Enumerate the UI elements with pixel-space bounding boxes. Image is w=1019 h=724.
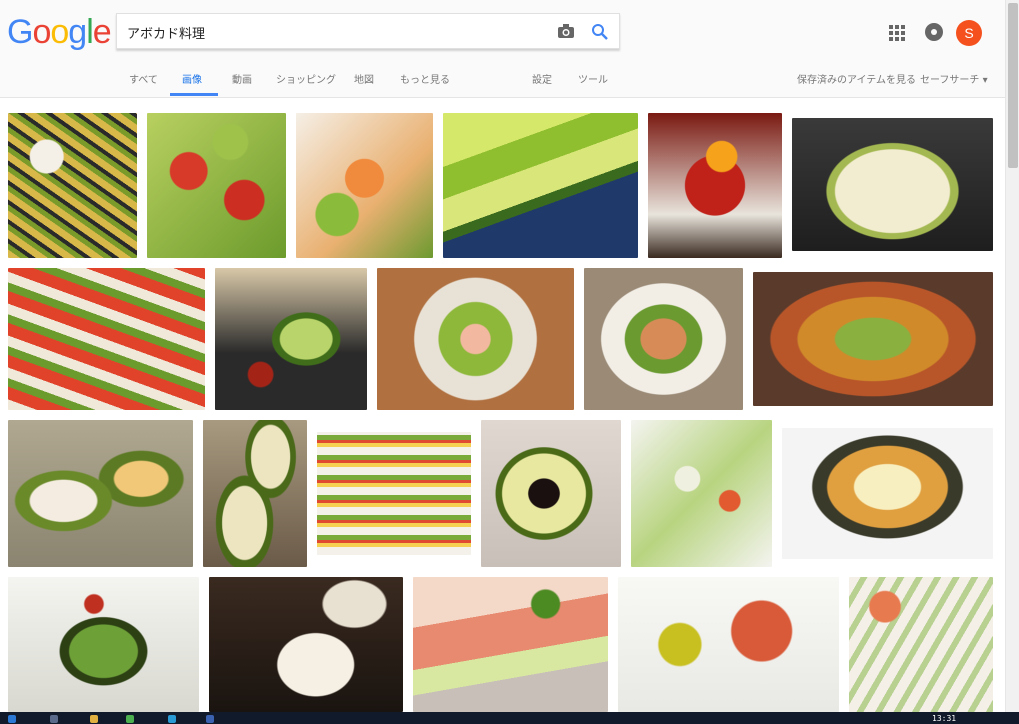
image-result[interactable] [443, 113, 638, 258]
start-icon[interactable] [8, 715, 16, 723]
top-bar: Google アボカド料理 S すべて 画像 動画 ショッピング 地図 もっと見… [0, 0, 1005, 98]
image-result[interactable] [481, 420, 621, 567]
image-result[interactable] [215, 268, 367, 410]
image-result[interactable] [792, 118, 993, 251]
app-icon[interactable] [206, 715, 214, 723]
browser-icon[interactable] [126, 715, 134, 723]
scrollbar[interactable] [1005, 0, 1019, 712]
taskbar-clock: 13:31 [932, 714, 957, 723]
image-result[interactable] [584, 268, 743, 410]
search-input[interactable]: アボカド料理 [127, 23, 205, 42]
safesearch-dropdown[interactable]: セーフサーチ ▾ [920, 71, 988, 86]
taskbar: 13:31 [0, 712, 1019, 724]
image-result[interactable] [8, 113, 137, 258]
tab-maps[interactable]: 地図 [354, 71, 374, 86]
image-result[interactable] [203, 420, 307, 567]
google-logo[interactable]: Google [7, 13, 112, 52]
image-result[interactable] [8, 268, 205, 410]
apps-icon[interactable] [889, 25, 905, 41]
image-result[interactable] [849, 577, 993, 712]
active-tab-indicator [170, 93, 218, 96]
image-result[interactable] [782, 428, 993, 559]
image-result[interactable] [753, 272, 993, 406]
tab-more[interactable]: もっと見る [400, 71, 450, 86]
saved-items-link[interactable]: 保存済みのアイテムを見る [797, 71, 916, 86]
image-result[interactable] [413, 577, 608, 712]
app-icon[interactable] [168, 715, 176, 723]
tab-images[interactable]: 画像 [182, 71, 202, 86]
folder-icon[interactable] [90, 715, 98, 723]
image-result[interactable] [147, 113, 286, 258]
tab-settings[interactable]: 設定 [532, 71, 552, 86]
image-result[interactable] [631, 420, 772, 567]
image-result[interactable] [618, 577, 839, 712]
taskview-icon[interactable] [50, 715, 58, 723]
image-result[interactable] [8, 577, 199, 712]
image-result[interactable] [209, 577, 403, 712]
search-icon[interactable] [591, 23, 609, 41]
image-result[interactable] [8, 420, 193, 567]
image-result[interactable] [296, 113, 433, 258]
image-result[interactable] [377, 268, 574, 410]
image-result[interactable] [317, 432, 471, 555]
scrollbar-thumb[interactable] [1008, 3, 1018, 168]
avatar[interactable]: S [956, 20, 982, 46]
image-result[interactable] [648, 113, 782, 258]
tab-all[interactable]: すべて [129, 71, 158, 86]
camera-icon[interactable] [557, 23, 575, 39]
notifications-icon[interactable] [925, 23, 943, 41]
tab-shopping[interactable]: ショッピング [276, 71, 336, 86]
tab-videos[interactable]: 動画 [232, 71, 252, 86]
search-box[interactable]: アボカド料理 [116, 13, 620, 49]
tab-tools[interactable]: ツール [578, 71, 608, 86]
